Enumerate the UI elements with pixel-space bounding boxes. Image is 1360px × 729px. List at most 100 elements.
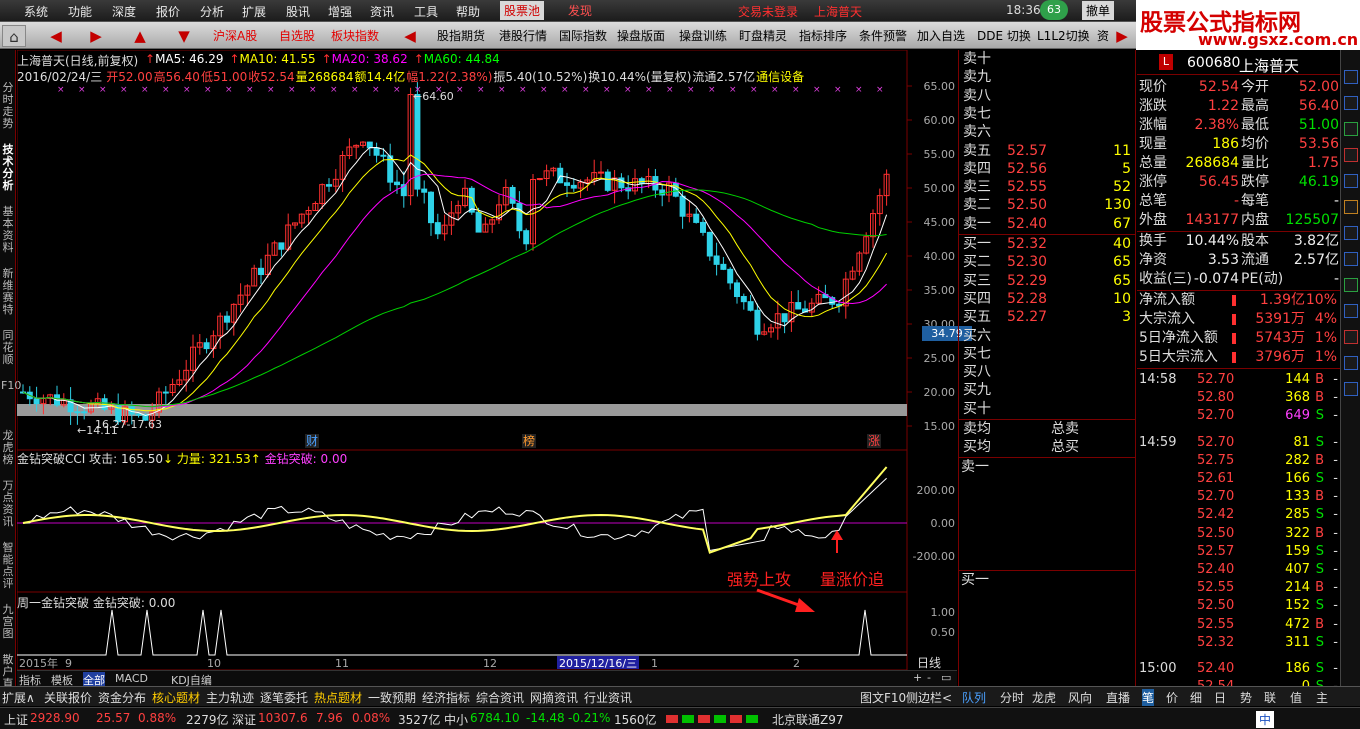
- toolbar-item-12[interactable]: DDE 切换: [974, 26, 1034, 46]
- side-tool-icon-5[interactable]: [1344, 200, 1358, 214]
- menu-stock-pool[interactable]: 股票池: [500, 1, 545, 20]
- buy-level-9[interactable]: 买九: [961, 381, 1133, 399]
- buy-level-5[interactable]: 买五 52.27 3: [961, 308, 1133, 326]
- sell-level-2[interactable]: 卖二 52.50 130: [961, 196, 1133, 214]
- right-tab-5[interactable]: 风向: [1068, 689, 1092, 706]
- side-tool-icon-7[interactable]: [1344, 252, 1358, 266]
- bottom-tab-6[interactable]: 热点题材: [314, 689, 362, 706]
- toolbar-item-9[interactable]: 指标排序: [796, 26, 850, 46]
- main-chart[interactable]: 65.00 60.00 55.00 50.00 45.00 40.00 35.00 30.00…: [17, 50, 972, 688]
- left-nav-item-0[interactable]: 分时走势: [1, 82, 15, 130]
- left-nav-item-2[interactable]: 基本资料: [1, 206, 15, 254]
- menu-3[interactable]: 报价: [156, 3, 180, 20]
- chart-canvas[interactable]: 65.0060.0055.0050.0045.0040.0035.0030.00…: [17, 50, 957, 686]
- forward-arrow-icon[interactable]: ▶: [84, 25, 108, 47]
- right-tab-7[interactable]: 笔: [1142, 689, 1155, 706]
- left-nav-item-4[interactable]: 同花顺: [1, 330, 15, 366]
- side-tool-icon-6[interactable]: [1344, 226, 1358, 240]
- toolbar-item-10[interactable]: 条件预警: [856, 26, 910, 46]
- bottom-tab-11[interactable]: 行业资讯: [584, 689, 632, 706]
- bottom-tab-3[interactable]: 核心题材: [152, 689, 200, 706]
- bottom-tab-2[interactable]: 资金分布: [98, 689, 146, 706]
- right-tab-6[interactable]: 直播: [1106, 689, 1130, 706]
- right-tab-4[interactable]: 龙虎: [1032, 689, 1056, 706]
- sell-level-4[interactable]: 卖四 52.56 5: [961, 160, 1133, 178]
- right-tab-12[interactable]: 联: [1264, 689, 1276, 706]
- menu-1[interactable]: 功能: [68, 3, 92, 20]
- bottom-tab-7[interactable]: 一致预期: [368, 689, 416, 706]
- right-tab-9[interactable]: 细: [1190, 689, 1202, 706]
- pane-control-1[interactable]: -: [927, 671, 931, 684]
- toolbar-item-2[interactable]: 板块指数: [328, 26, 382, 46]
- right-tab-0[interactable]: 图文F10: [860, 689, 906, 706]
- menu-7[interactable]: 增强: [328, 3, 352, 20]
- sell-level-10[interactable]: 卖十: [961, 50, 1133, 68]
- buy-level-6[interactable]: 买六: [961, 327, 1133, 345]
- toolbar-item-5[interactable]: 国际指数: [556, 26, 610, 46]
- side-tool-icon-9[interactable]: [1344, 304, 1358, 318]
- menu-0[interactable]: 系统: [24, 3, 48, 20]
- bottom-tab-1[interactable]: 关联报价: [44, 689, 92, 706]
- side-tool-icon-10[interactable]: [1344, 330, 1358, 344]
- side-tool-icon-8[interactable]: [1344, 278, 1358, 292]
- bottom-tab-0[interactable]: 扩展∧: [2, 689, 35, 706]
- bottom-tab-4[interactable]: 主力轨迹: [206, 689, 254, 706]
- side-tool-icon-1[interactable]: [1344, 96, 1358, 110]
- buy-level-7[interactable]: 买七: [961, 345, 1133, 363]
- sell-level-7[interactable]: 卖七: [961, 105, 1133, 123]
- toolbar-item-0[interactable]: 沪深A股: [210, 26, 260, 46]
- menu-9[interactable]: 工具: [414, 3, 438, 20]
- toolbar-item-8[interactable]: 盯盘精灵: [736, 26, 790, 46]
- side-tool-icon-4[interactable]: [1344, 174, 1358, 188]
- buy-level-8[interactable]: 买八: [961, 363, 1133, 381]
- buy-level-4[interactable]: 买四 52.28 10: [961, 290, 1133, 308]
- cancel-order-button[interactable]: 撤单: [1082, 1, 1115, 20]
- left-nav-item-3[interactable]: 新维赛特: [1, 268, 15, 316]
- buy-level-3[interactable]: 买三 52.29 65: [961, 272, 1133, 290]
- left-nav-item-6[interactable]: 龙虎榜: [1, 430, 15, 466]
- toolbar-item-1[interactable]: 自选股: [276, 26, 318, 46]
- toolbar-item-7[interactable]: 操盘训练: [676, 26, 730, 46]
- toolbar-item-13[interactable]: L1L2切换: [1034, 26, 1093, 46]
- buy-level-1[interactable]: 买一 52.32 40: [961, 235, 1133, 253]
- toolbar-item-11[interactable]: 加入自选: [914, 26, 968, 46]
- right-tab-13[interactable]: 值: [1290, 689, 1302, 706]
- toolbar-item-14[interactable]: 资: [1094, 26, 1112, 46]
- right-tab-3[interactable]: 分时: [1000, 689, 1024, 706]
- menu-discover[interactable]: 发现: [564, 1, 596, 20]
- menu-8[interactable]: 资讯: [370, 3, 394, 20]
- sell-level-3[interactable]: 卖三 52.55 52: [961, 178, 1133, 196]
- sell-level-1[interactable]: 卖一 52.40 67: [961, 215, 1133, 233]
- next-arrow-icon[interactable]: ▶: [1110, 25, 1134, 47]
- right-tab-1[interactable]: 侧边栏<: [906, 689, 952, 706]
- right-tab-8[interactable]: 价: [1166, 689, 1178, 706]
- buy-level-2[interactable]: 买二 52.30 65: [961, 253, 1133, 271]
- left-nav-item-9[interactable]: 九宫图: [1, 604, 15, 640]
- toolbar-item-3[interactable]: 股指期货: [434, 26, 488, 46]
- down-arrow-icon[interactable]: ▼: [172, 25, 196, 47]
- home-icon[interactable]: ⌂: [2, 25, 26, 47]
- sell-level-8[interactable]: 卖八: [961, 87, 1133, 105]
- right-tab-11[interactable]: 势: [1240, 689, 1252, 706]
- sell-level-5[interactable]: 卖五 52.57 11: [961, 142, 1133, 160]
- menu-5[interactable]: 扩展: [242, 3, 266, 20]
- menu-10[interactable]: 帮助: [456, 3, 480, 20]
- prev-arrow-icon[interactable]: ◀: [398, 25, 422, 47]
- menu-6[interactable]: 股讯: [286, 3, 310, 20]
- left-nav-item-5[interactable]: F10: [1, 380, 21, 392]
- bottom-tab-10[interactable]: 网摘资讯: [530, 689, 578, 706]
- notify-badge[interactable]: 63: [1040, 0, 1068, 20]
- toolbar-item-4[interactable]: 港股行情: [496, 26, 550, 46]
- left-nav-item-1[interactable]: 技术分析: [1, 144, 15, 192]
- status-item-15[interactable]: 北京联通Z97: [772, 711, 844, 728]
- side-tool-icon-3[interactable]: [1344, 148, 1358, 162]
- up-arrow-icon[interactable]: ▲: [128, 25, 152, 47]
- pane-control-2[interactable]: ▭: [941, 671, 951, 684]
- pane-control-0[interactable]: +: [913, 671, 922, 684]
- left-nav-item-8[interactable]: 智能点评: [1, 542, 15, 590]
- sell-level-6[interactable]: 卖六: [961, 123, 1133, 141]
- side-tool-icon-0[interactable]: [1344, 70, 1358, 84]
- period-label[interactable]: 日线: [917, 654, 941, 671]
- bottom-tab-5[interactable]: 逐笔委托: [260, 689, 308, 706]
- back-arrow-icon[interactable]: ◀: [44, 25, 68, 47]
